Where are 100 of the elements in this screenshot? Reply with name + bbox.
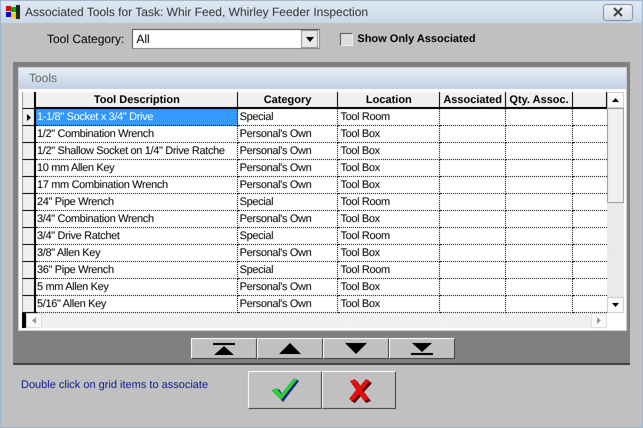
table-cell[interactable]: Tool Box (338, 143, 440, 160)
table-cell[interactable] (440, 262, 506, 279)
last-record-icon (410, 342, 432, 354)
table-cell[interactable]: 36" Pipe Wrench (36, 262, 238, 279)
table-cell[interactable]: Tool Box (338, 160, 440, 177)
vertical-scrollbar[interactable] (607, 92, 624, 313)
horizontal-scrollbar[interactable] (22, 313, 607, 328)
table-cell[interactable]: Personal's Own (238, 126, 338, 143)
row-selector[interactable] (22, 245, 36, 262)
cancel-button[interactable] (322, 371, 396, 409)
row-selector[interactable] (22, 109, 36, 126)
table-cell[interactable]: 1/2" Combination Wrench (36, 126, 238, 143)
table-cell[interactable]: Special (238, 109, 338, 126)
table-cell[interactable]: 1/2" Shallow Socket on 1/4" Drive Ratche (36, 143, 238, 160)
table-cell[interactable] (440, 143, 506, 160)
table-cell[interactable] (440, 245, 506, 262)
scroll-down-icon (612, 303, 619, 307)
column-header[interactable]: Location (338, 92, 440, 109)
table-cell[interactable]: Personal's Own (238, 143, 338, 160)
close-button[interactable] (603, 4, 633, 20)
table-cell[interactable]: Special (238, 228, 338, 245)
column-header[interactable]: Qty. Assoc. (506, 92, 573, 109)
table-cell[interactable] (440, 211, 506, 228)
tool-category-dropdown[interactable]: All (132, 29, 320, 49)
table-cell[interactable] (506, 245, 573, 262)
next-record-button[interactable] (322, 338, 388, 359)
row-selector[interactable] (22, 143, 36, 160)
table-cell[interactable]: Tool Room (338, 228, 440, 245)
table-cell[interactable]: 24" Pipe Wrench (36, 194, 238, 211)
table-cell[interactable]: 5 mm Allen Key (36, 279, 238, 296)
table-cell[interactable] (506, 211, 573, 228)
down-triangle-icon (344, 343, 366, 354)
table-cell[interactable]: 3/8" Allen Key (36, 245, 238, 262)
checkmark-icon (270, 377, 300, 403)
table-cell[interactable] (440, 194, 506, 211)
table-cell[interactable]: 10 mm Allen Key (36, 160, 238, 177)
table-cell[interactable]: Tool Box (338, 177, 440, 194)
table-cell[interactable]: 3/4" Drive Ratchet (36, 228, 238, 245)
table-cell[interactable]: Tool Box (338, 126, 440, 143)
row-selector[interactable] (22, 211, 36, 228)
table-cell[interactable] (440, 228, 506, 245)
tool-category-label: Tool Category: (47, 32, 124, 46)
column-header[interactable]: Associated (440, 92, 506, 109)
cross-icon (346, 377, 372, 403)
table-cell[interactable]: Personal's Own (238, 160, 338, 177)
close-icon (612, 7, 624, 17)
column-header[interactable]: Category (238, 92, 338, 109)
current-row-icon (26, 114, 30, 120)
table-cell[interactable]: Tool Room (338, 194, 440, 211)
checkbox-label: Show Only Associated (357, 33, 476, 45)
table-cell[interactable] (506, 126, 573, 143)
table-cell[interactable]: Special (238, 262, 338, 279)
table-cell[interactable] (506, 279, 573, 296)
row-selector[interactable] (22, 177, 36, 194)
table-cell[interactable] (440, 126, 506, 143)
column-header (573, 92, 607, 109)
row-selector[interactable] (22, 262, 36, 279)
table-cell[interactable] (506, 143, 573, 160)
table-cell[interactable]: Tool Room (338, 262, 440, 279)
app-icon (5, 4, 21, 20)
table-cell[interactable]: Tool Box (338, 279, 440, 296)
scroll-right-icon (597, 317, 601, 324)
row-selector[interactable] (22, 126, 36, 143)
table-cell[interactable] (506, 109, 573, 126)
scroll-up-icon (612, 98, 619, 102)
previous-record-button[interactable] (256, 338, 322, 359)
first-record-icon (212, 342, 234, 354)
table-cell[interactable]: Personal's Own (238, 211, 338, 228)
table-cell[interactable]: Special (238, 194, 338, 211)
last-record-button[interactable] (388, 338, 454, 359)
first-record-button[interactable] (190, 338, 256, 359)
row-selector[interactable] (22, 296, 36, 313)
table-cell[interactable]: Personal's Own (238, 279, 338, 296)
window-title: Associated Tools for Task: Whir Feed, Whirley Feeder Inspection (25, 5, 370, 19)
checkbox[interactable] (340, 32, 354, 46)
row-selector[interactable] (22, 194, 36, 211)
table-cell[interactable]: Personal's Own (238, 245, 338, 262)
column-header[interactable]: Tool Description (36, 92, 238, 109)
table-cell[interactable] (506, 262, 573, 279)
table-cell[interactable]: Tool Box (338, 211, 440, 228)
table-cell[interactable] (506, 177, 573, 194)
table-cell[interactable] (440, 160, 506, 177)
table-cell[interactable]: 3/4" Combination Wrench (36, 211, 238, 228)
ok-button[interactable] (248, 371, 322, 409)
table-cell[interactable]: Tool Room (338, 109, 440, 126)
table-cell[interactable] (440, 109, 506, 126)
grid-title: Tools (19, 68, 626, 89)
row-selector[interactable] (22, 279, 36, 296)
table-cell[interactable] (440, 279, 506, 296)
scroll-left-icon (32, 317, 36, 324)
table-cell[interactable]: Personal's Own (238, 177, 338, 194)
up-triangle-icon (278, 343, 300, 354)
row-selector[interactable] (22, 160, 36, 177)
table-cell[interactable] (506, 160, 573, 177)
table-cell[interactable]: Tool Box (338, 245, 440, 262)
table-cell[interactable]: 17 mm Combination Wrench (36, 177, 238, 194)
table-cell[interactable] (440, 177, 506, 194)
row-selector[interactable] (22, 228, 36, 245)
table-cell[interactable] (506, 228, 573, 245)
table-cell[interactable] (506, 194, 573, 211)
